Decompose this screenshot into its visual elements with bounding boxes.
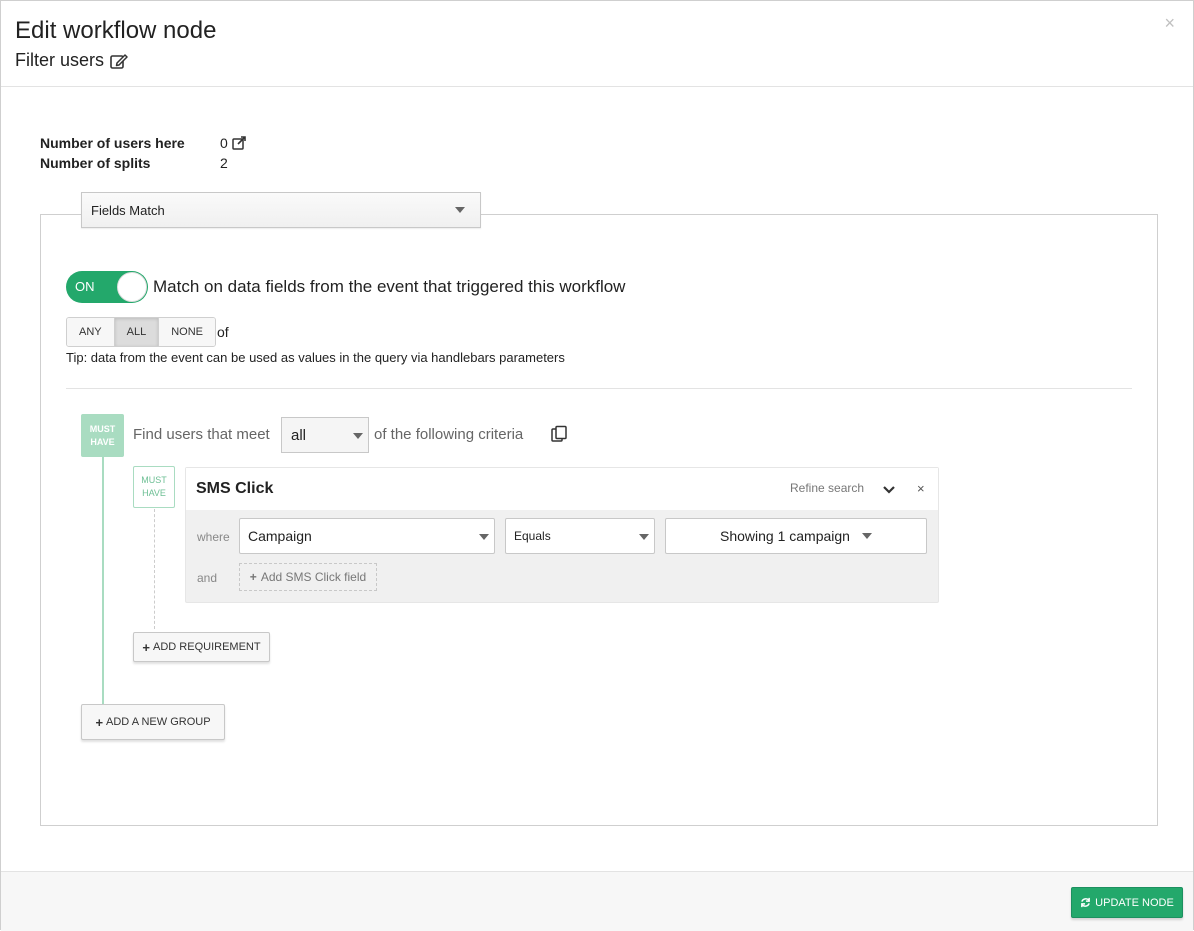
- campaign-value: Showing 1 campaign: [720, 528, 850, 544]
- field-value: Campaign: [248, 528, 312, 544]
- where-label: where: [197, 530, 230, 544]
- match-any-button[interactable]: ANY: [67, 318, 115, 346]
- match-event-toggle[interactable]: ON: [66, 271, 148, 303]
- match-all-button[interactable]: ALL: [114, 318, 160, 346]
- modal-title: Edit workflow node: [15, 17, 217, 44]
- external-link-icon[interactable]: [232, 136, 247, 150]
- find-users-prefix: Find users that meet: [133, 426, 270, 443]
- group-connector-line: [102, 457, 104, 705]
- find-users-suffix: of the following criteria: [374, 426, 524, 443]
- badge-line2: HAVE: [142, 488, 166, 498]
- match-description: Match on data fields from the event that…: [153, 277, 626, 296]
- node-name-text: Filter users: [15, 50, 105, 70]
- stat-splits: Number of splits 2: [40, 153, 247, 173]
- refresh-icon: [1080, 897, 1091, 908]
- modal-footer: [1, 871, 1193, 931]
- criterion-must-have-badge: MUST HAVE: [133, 466, 175, 508]
- badge-line2: HAVE: [90, 436, 115, 447]
- refine-search-link[interactable]: Refine search: [790, 481, 864, 495]
- users-count-label: Number of users here: [40, 135, 185, 151]
- criterion-title: SMS Click: [196, 480, 274, 497]
- splits-count-value: 2: [220, 155, 228, 171]
- group-must-have-badge: MUST HAVE: [81, 414, 124, 457]
- chevron-down-icon: [353, 433, 363, 439]
- match-mode-suffix: of: [217, 324, 229, 340]
- badge-line1: MUST: [141, 475, 167, 485]
- chevron-down-icon: [479, 534, 489, 540]
- add-requirement-label: ADD REQUIREMENT: [153, 641, 261, 653]
- operator-value: Equals: [514, 529, 551, 543]
- update-node-button[interactable]: UPDATE NODE: [1071, 887, 1183, 918]
- splits-count-label: Number of splits: [40, 155, 151, 171]
- section-divider: [66, 388, 1132, 389]
- add-field-button[interactable]: + Add SMS Click field: [239, 563, 377, 591]
- criterion-card-header: SMS Click Refine search ×: [186, 468, 938, 510]
- users-count-value: 0: [220, 135, 228, 151]
- add-group-label: ADD A NEW GROUP: [106, 716, 211, 728]
- criterion-card: SMS Click Refine search × where Campaign…: [185, 467, 939, 603]
- quantifier-select[interactable]: all: [281, 417, 369, 453]
- node-stats: Number of users here 0 Number of splits …: [40, 133, 247, 173]
- filter-type-select[interactable]: Fields Match: [81, 192, 481, 228]
- edit-node-modal: Edit workflow node Filter users × Number…: [0, 0, 1194, 931]
- add-group-button[interactable]: + ADD A NEW GROUP: [81, 704, 225, 740]
- chevron-down-icon: [861, 533, 872, 539]
- campaign-value-select[interactable]: Showing 1 campaign: [665, 518, 927, 554]
- criterion-connector-line: [154, 509, 155, 629]
- add-requirement-button[interactable]: + ADD REQUIREMENT: [133, 632, 270, 662]
- and-label: and: [197, 571, 218, 585]
- filter-type-value: Fields Match: [91, 202, 165, 218]
- toggle-knob: [117, 272, 147, 302]
- node-name: Filter users: [15, 50, 128, 71]
- operator-select[interactable]: Equals: [505, 518, 655, 554]
- chevron-down-icon: [455, 207, 465, 213]
- field-select[interactable]: Campaign: [239, 518, 495, 554]
- match-none-button[interactable]: NONE: [159, 318, 215, 346]
- chevron-down-icon: [639, 534, 649, 540]
- quantifier-value: all: [291, 426, 307, 444]
- add-field-label: Add SMS Click field: [260, 570, 367, 584]
- match-mode-group: ANY ALL NONE: [66, 317, 216, 347]
- modal-header: Edit workflow node Filter users ×: [1, 1, 1193, 87]
- toggle-state-label: ON: [75, 279, 95, 294]
- chevron-down-icon[interactable]: [883, 482, 895, 500]
- copy-group-icon[interactable]: [550, 425, 568, 448]
- plus-icon: +: [95, 714, 104, 730]
- users-count-value-wrap: 0: [220, 135, 247, 151]
- close-modal-button[interactable]: ×: [1164, 13, 1175, 34]
- plus-icon: +: [142, 639, 151, 655]
- badge-line1: MUST: [89, 423, 116, 434]
- update-node-label: UPDATE NODE: [1095, 896, 1174, 909]
- plus-icon: +: [249, 570, 257, 584]
- stat-users: Number of users here 0: [40, 133, 247, 153]
- handlebars-tip: Tip: data from the event can be used as …: [66, 350, 565, 365]
- edit-icon[interactable]: [110, 53, 128, 69]
- remove-criterion-button[interactable]: ×: [917, 481, 925, 496]
